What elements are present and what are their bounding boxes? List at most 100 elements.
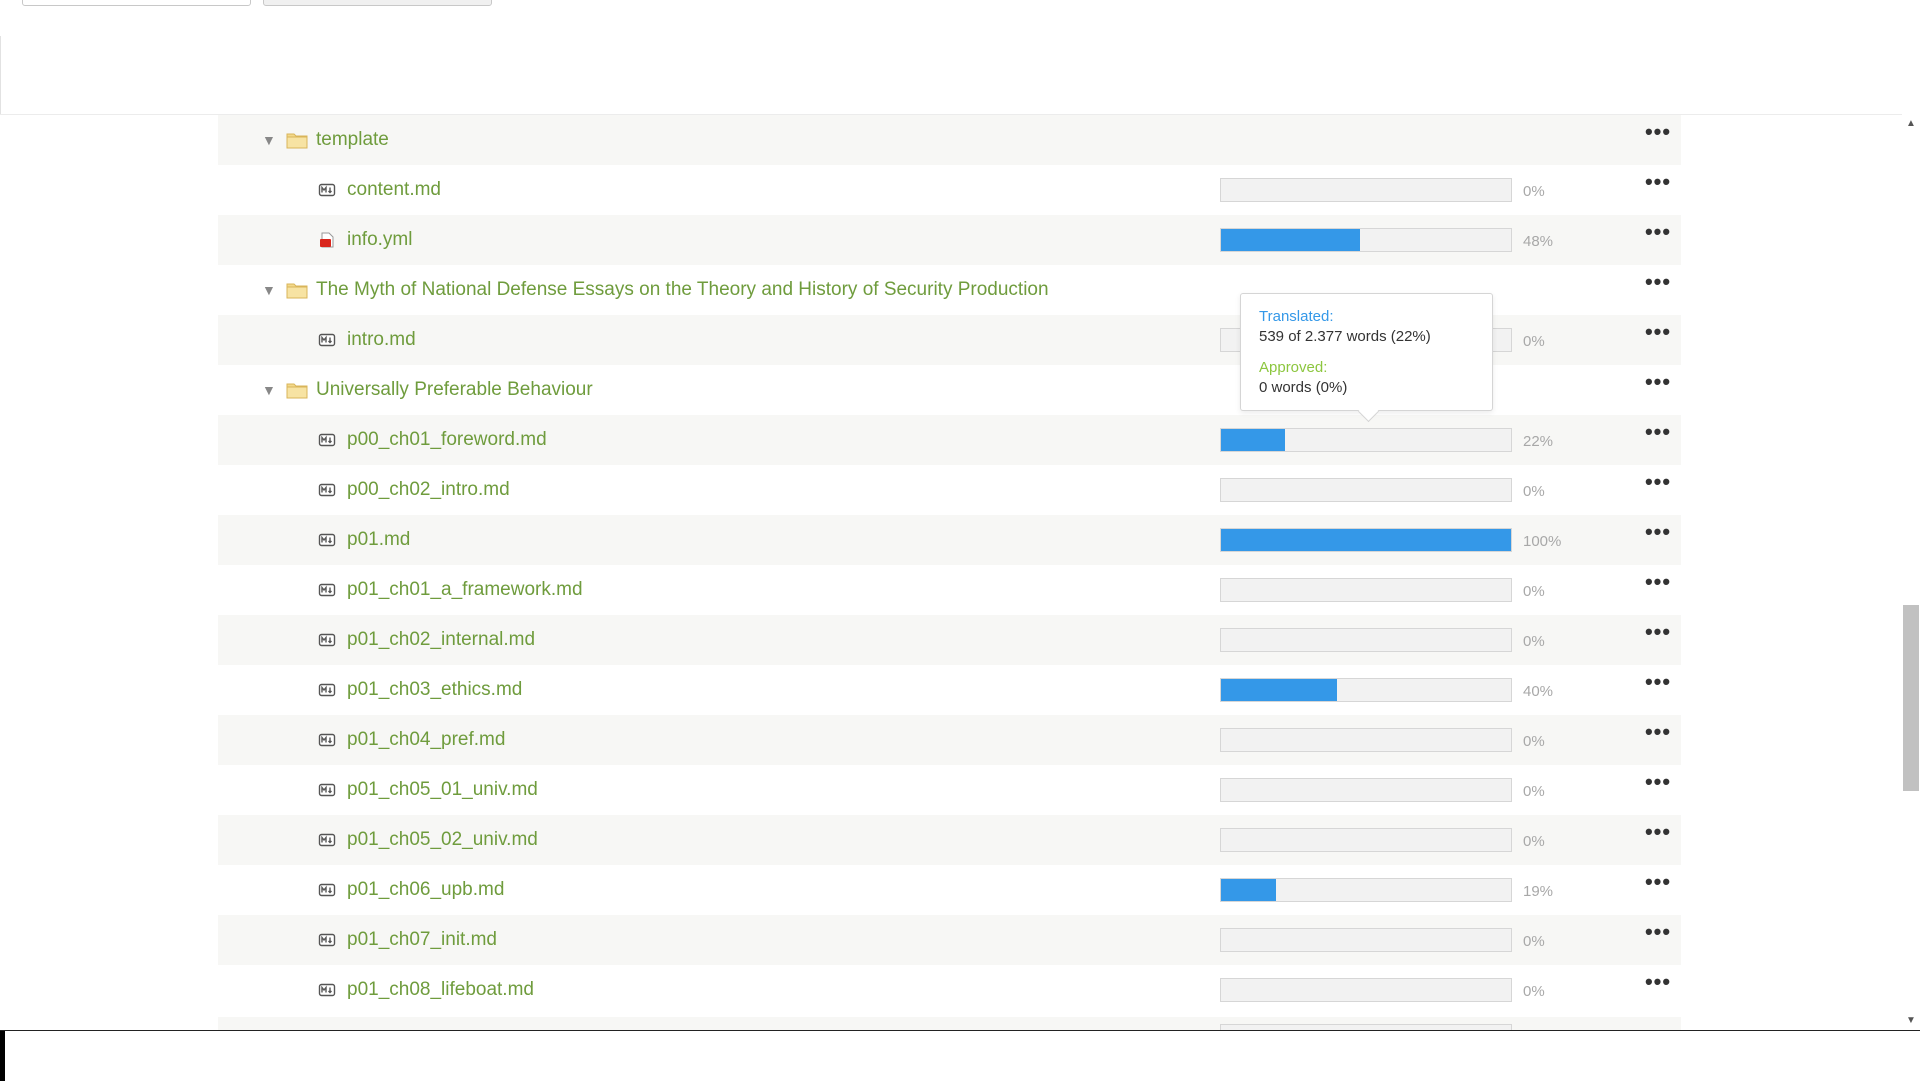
more-dots-icon[interactable]: ••• (1643, 421, 1673, 443)
file-name-link[interactable]: p01_ch07_init.md (347, 929, 497, 951)
more-dots-icon[interactable]: ••• (1643, 721, 1673, 743)
more-dots-icon[interactable]: ••• (1643, 121, 1673, 143)
browser-tab-1[interactable] (22, 0, 251, 6)
progress-bar[interactable] (1220, 728, 1512, 752)
file-name-link[interactable]: content.md (347, 179, 441, 201)
markdown-file-icon (318, 931, 336, 949)
more-dots-icon[interactable]: ••• (1643, 321, 1673, 343)
progress-bar[interactable] (1220, 428, 1512, 452)
file-row[interactable]: p00_ch01_foreword.md 22% ••• (218, 415, 1681, 465)
collapse-toggle-icon[interactable]: ▼ (262, 383, 276, 397)
file-row[interactable]: p01_ch07_init.md 0% ••• (218, 915, 1681, 965)
file-row[interactable]: p01_ch02_internal.md 0% ••• (218, 615, 1681, 665)
file-row[interactable]: p00_ch02_intro.md 0% ••• (218, 465, 1681, 515)
translated-value: 539 of 2.377 words (22%) (1259, 328, 1431, 345)
progress-percent: 0% (1523, 833, 1545, 850)
progress-percent: 0% (1523, 183, 1545, 200)
file-name-link[interactable]: p01_ch03_ethics.md (347, 679, 522, 701)
more-dots-icon[interactable]: ••• (1643, 971, 1673, 993)
progress-percent: 0% (1523, 333, 1545, 350)
file-row[interactable]: info.yml 48% ••• (218, 215, 1681, 265)
more-dots-icon[interactable]: ••• (1643, 271, 1673, 293)
progress-bar[interactable] (1220, 478, 1512, 502)
folder-row[interactable]: ▼ template ••• (218, 115, 1681, 165)
file-row[interactable]: p01_ch05_01_univ.md 0% ••• (218, 765, 1681, 815)
file-name-link[interactable]: p01_ch08_lifeboat.md (347, 979, 534, 1001)
markdown-file-icon (318, 581, 336, 599)
collapse-toggle-icon[interactable]: ▼ (262, 133, 276, 147)
file-name-link[interactable]: p01_ch05_01_univ.md (347, 779, 538, 801)
more-dots-icon[interactable]: ••• (1643, 671, 1673, 693)
file-row[interactable]: p01_ch04_pref.md 0% ••• (218, 715, 1681, 765)
header-divider (0, 36, 1, 114)
file-row[interactable]: p01_ch03_ethics.md 40% ••• (218, 665, 1681, 715)
file-name-link[interactable]: p00_ch02_intro.md (347, 479, 510, 501)
more-dots-icon[interactable]: ••• (1643, 471, 1673, 493)
progress-percent: 22% (1523, 433, 1554, 450)
header-area (0, 36, 1920, 115)
scroll-down-arrow-icon[interactable]: ▼ (1905, 1015, 1917, 1027)
progress-bar[interactable] (1220, 878, 1512, 902)
more-dots-icon[interactable]: ••• (1643, 921, 1673, 943)
more-dots-icon[interactable]: ••• (1643, 871, 1673, 893)
more-dots-icon[interactable]: ••• (1643, 771, 1673, 793)
progress-percent: 0% (1523, 483, 1545, 500)
more-dots-icon[interactable]: ••• (1643, 571, 1673, 593)
progress-bar[interactable] (1220, 678, 1512, 702)
progress-percent: 0% (1523, 783, 1545, 800)
progress-percent: 0% (1523, 983, 1545, 1000)
scroll-up-arrow-icon[interactable]: ▲ (1905, 118, 1917, 130)
progress-fill (1221, 229, 1361, 251)
progress-bar[interactable] (1220, 928, 1512, 952)
progress-bar[interactable] (1220, 778, 1512, 802)
markdown-file-icon (318, 431, 336, 449)
file-name-link[interactable]: p00_ch01_foreword.md (347, 429, 547, 451)
file-row[interactable]: p01_ch01_a_framework.md 0% ••• (218, 565, 1681, 615)
progress-percent: 0% (1523, 583, 1545, 600)
markdown-file-icon (318, 681, 336, 699)
file-name-link[interactable]: p01_ch04_pref.md (347, 729, 505, 751)
file-name-link[interactable]: info.yml (347, 229, 412, 251)
file-name-link[interactable]: p01_ch01_a_framework.md (347, 579, 583, 601)
file-name-link[interactable]: p01_ch05_02_univ.md (347, 829, 538, 851)
file-name-link[interactable]: p01.md (347, 529, 410, 551)
folder-icon (286, 131, 308, 149)
progress-bar[interactable] (1220, 828, 1512, 852)
file-row[interactable]: content.md 0% ••• (218, 165, 1681, 215)
scrollbar-track[interactable] (1902, 114, 1920, 1030)
more-dots-icon[interactable]: ••• (1643, 521, 1673, 543)
progress-bar[interactable] (1220, 228, 1512, 252)
markdown-file-icon (318, 631, 336, 649)
more-dots-icon[interactable]: ••• (1643, 821, 1673, 843)
file-row[interactable]: p01.md 100% ••• (218, 515, 1681, 565)
more-dots-icon[interactable]: ••• (1643, 171, 1673, 193)
file-name-link[interactable]: p01_ch06_upb.md (347, 879, 504, 901)
progress-bar[interactable] (1220, 178, 1512, 202)
progress-fill (1221, 529, 1511, 551)
approved-label: Approved: (1259, 359, 1328, 376)
folder-name-link[interactable]: Universally Preferable Behaviour (316, 379, 593, 401)
progress-fill (1221, 879, 1277, 901)
progress-bar[interactable] (1220, 528, 1512, 552)
collapse-toggle-icon[interactable]: ▼ (262, 283, 276, 297)
file-name-link[interactable]: p01_ch02_internal.md (347, 629, 535, 651)
yaml-file-icon (318, 231, 336, 249)
approved-value: 0 words (0%) (1259, 379, 1348, 396)
bottom-edge-marker (0, 1031, 5, 1081)
progress-bar[interactable] (1220, 978, 1512, 1002)
scrollbar-thumb[interactable] (1903, 605, 1919, 791)
file-row[interactable]: p01_ch06_upb.md 19% ••• (218, 865, 1681, 915)
progress-bar[interactable] (1220, 578, 1512, 602)
markdown-file-icon (318, 731, 336, 749)
progress-bar[interactable] (1220, 628, 1512, 652)
more-dots-icon[interactable]: ••• (1643, 371, 1673, 393)
more-dots-icon[interactable]: ••• (1643, 221, 1673, 243)
folder-name-link[interactable]: The Myth of National Defense Essays on t… (316, 279, 1049, 301)
file-name-link[interactable]: intro.md (347, 329, 416, 351)
folder-name-link[interactable]: template (316, 129, 389, 151)
file-row[interactable]: p01_ch08_lifeboat.md 0% ••• (218, 965, 1681, 1015)
markdown-file-icon (318, 531, 336, 549)
more-dots-icon[interactable]: ••• (1643, 621, 1673, 643)
browser-tab-2[interactable] (263, 0, 492, 6)
file-row[interactable]: p01_ch05_02_univ.md 0% ••• (218, 815, 1681, 865)
